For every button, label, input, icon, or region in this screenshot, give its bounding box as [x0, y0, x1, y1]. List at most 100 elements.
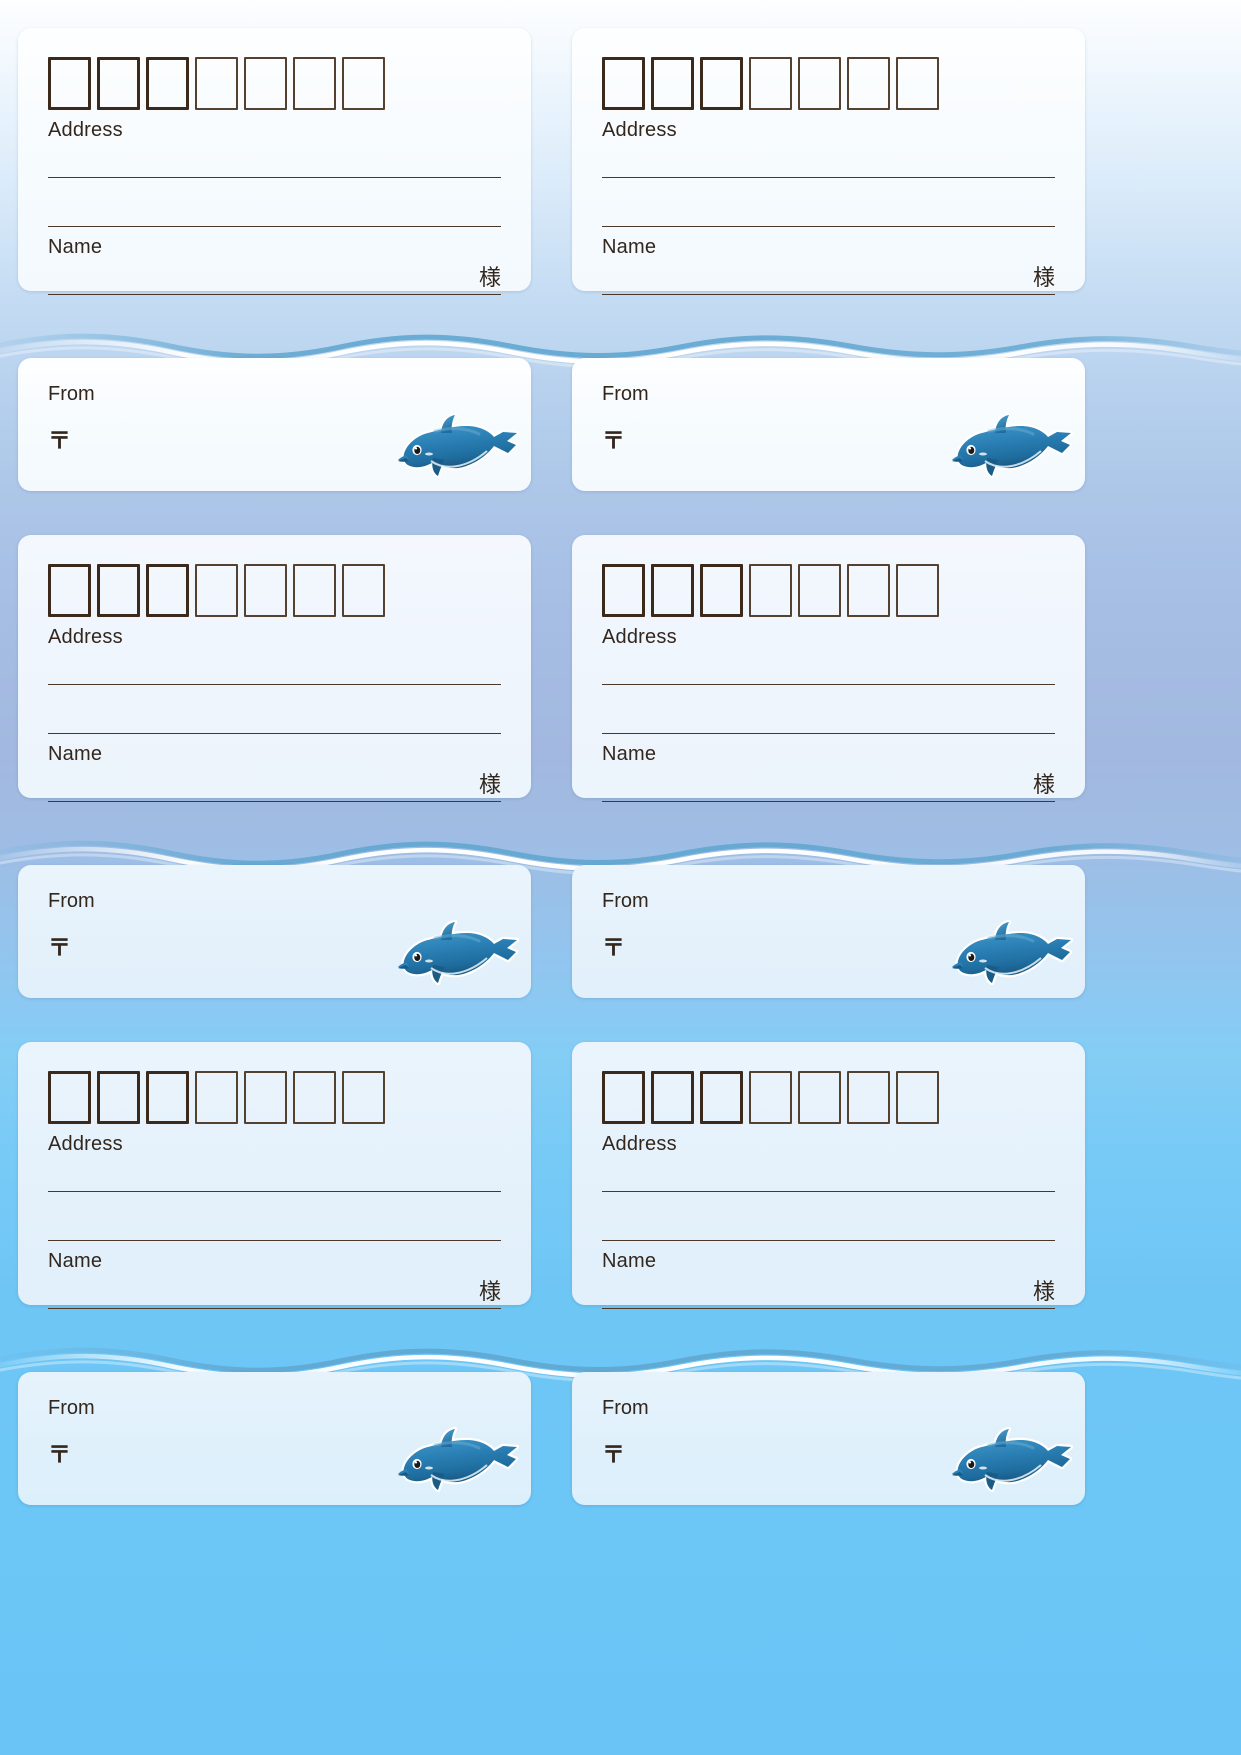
honorific-sama: 様	[1032, 1280, 1055, 1305]
honorific-sama: 様	[478, 266, 501, 291]
postal-code-box-3[interactable]	[146, 564, 189, 617]
postal-mark-icon: 〒	[602, 428, 625, 454]
postal-code-box-6[interactable]	[847, 1071, 890, 1124]
sender-from-card-r4-right[interactable]: From 〒	[572, 865, 1085, 998]
postal-code-box-4[interactable]	[195, 564, 238, 617]
address-line-1-rule	[48, 1191, 501, 1192]
postal-code-boxes[interactable]	[48, 564, 385, 617]
postal-code-box-1[interactable]	[602, 1071, 645, 1124]
postal-code-box-4[interactable]	[749, 57, 792, 110]
sender-from-card-r4-left[interactable]: From 〒	[18, 865, 531, 998]
sender-from-card-r2-right[interactable]: From 〒	[572, 358, 1085, 491]
postal-code-box-2[interactable]	[97, 1071, 140, 1124]
postal-code-box-1[interactable]	[602, 564, 645, 617]
honorific-sama: 様	[1032, 773, 1055, 798]
postal-mark-icon: 〒	[48, 428, 71, 454]
postal-code-box-5[interactable]	[244, 1071, 287, 1124]
postal-code-box-5[interactable]	[244, 57, 287, 110]
address-line-1-rule	[602, 177, 1055, 178]
postal-code-box-4[interactable]	[749, 1071, 792, 1124]
postal-code-box-6[interactable]	[293, 57, 336, 110]
from-field-label: From	[602, 1397, 649, 1419]
postal-code-box-1[interactable]	[602, 57, 645, 110]
postal-code-box-3[interactable]	[146, 57, 189, 110]
postal-code-box-2[interactable]	[651, 57, 694, 110]
address-line-2-rule	[48, 226, 501, 227]
postal-code-box-4[interactable]	[195, 1071, 238, 1124]
postal-mark-icon: 〒	[48, 1442, 71, 1468]
address-label-card-r1-left[interactable]: Address Name 様	[18, 28, 531, 295]
postal-code-box-5[interactable]	[798, 564, 841, 617]
name-field-label: Name	[602, 1250, 657, 1272]
name-field-label: Name	[602, 236, 657, 258]
address-line-2-rule	[602, 1240, 1055, 1241]
from-field-label: From	[48, 1397, 95, 1419]
postal-code-box-5[interactable]	[798, 1071, 841, 1124]
address-line-2-rule	[48, 733, 501, 734]
postal-code-box-5[interactable]	[244, 564, 287, 617]
name-line-rule	[48, 1308, 501, 1309]
postal-code-boxes[interactable]	[48, 57, 385, 110]
name-line-rule	[48, 801, 501, 802]
postal-code-boxes[interactable]	[602, 564, 939, 617]
sender-from-card-r2-left[interactable]: From 〒	[18, 358, 531, 491]
postal-code-box-1[interactable]	[48, 57, 91, 110]
address-field-label: Address	[602, 119, 677, 141]
postal-code-box-4[interactable]	[749, 564, 792, 617]
dolphin-icon	[395, 409, 519, 483]
postal-code-box-7[interactable]	[896, 564, 939, 617]
postal-code-box-2[interactable]	[651, 564, 694, 617]
postal-code-box-1[interactable]	[48, 564, 91, 617]
dolphin-icon	[949, 409, 1073, 483]
postal-code-box-7[interactable]	[342, 564, 385, 617]
postal-mark-icon: 〒	[602, 1442, 625, 1468]
postal-code-box-2[interactable]	[97, 57, 140, 110]
address-line-2-rule	[48, 1240, 501, 1241]
address-label-card-r5-right[interactable]: Address Name 様	[572, 1042, 1085, 1309]
postal-code-box-6[interactable]	[293, 564, 336, 617]
postal-code-boxes[interactable]	[602, 1071, 939, 1124]
postal-code-box-7[interactable]	[896, 1071, 939, 1124]
name-field-label: Name	[48, 743, 103, 765]
postal-code-box-5[interactable]	[798, 57, 841, 110]
address-line-2-rule	[602, 733, 1055, 734]
postal-code-box-6[interactable]	[847, 57, 890, 110]
dolphin-icon	[395, 1423, 519, 1497]
postal-mark-icon: 〒	[602, 935, 625, 961]
dolphin-icon	[949, 916, 1073, 990]
address-label-card-r5-left[interactable]: Address Name 様	[18, 1042, 531, 1309]
postal-code-box-3[interactable]	[700, 57, 743, 110]
postal-code-box-4[interactable]	[195, 57, 238, 110]
sender-from-card-r6-left[interactable]: From 〒	[18, 1372, 531, 1505]
postal-code-box-1[interactable]	[48, 1071, 91, 1124]
postal-code-box-7[interactable]	[896, 57, 939, 110]
postal-code-box-7[interactable]	[342, 1071, 385, 1124]
address-line-1-rule	[48, 177, 501, 178]
address-label-card-r1-right[interactable]: Address Name 様	[572, 28, 1085, 295]
address-line-1-rule	[48, 684, 501, 685]
address-field-label: Address	[48, 626, 123, 648]
postal-code-box-6[interactable]	[847, 564, 890, 617]
dolphin-icon	[949, 1423, 1073, 1497]
address-line-1-rule	[602, 1191, 1055, 1192]
name-field-label: Name	[48, 236, 103, 258]
postal-code-box-3[interactable]	[700, 564, 743, 617]
postal-code-boxes[interactable]	[602, 57, 939, 110]
from-field-label: From	[48, 383, 95, 405]
postal-code-box-3[interactable]	[146, 1071, 189, 1124]
address-label-card-r3-right[interactable]: Address Name 様	[572, 535, 1085, 802]
postal-code-box-7[interactable]	[342, 57, 385, 110]
name-field-label: Name	[48, 1250, 103, 1272]
postal-code-boxes[interactable]	[48, 1071, 385, 1124]
postal-code-box-6[interactable]	[293, 1071, 336, 1124]
address-label-card-r3-left[interactable]: Address Name 様	[18, 535, 531, 802]
address-field-label: Address	[602, 626, 677, 648]
postal-code-box-2[interactable]	[97, 564, 140, 617]
name-field-label: Name	[602, 743, 657, 765]
name-line-rule	[602, 294, 1055, 295]
postal-code-box-3[interactable]	[700, 1071, 743, 1124]
sender-from-card-r6-right[interactable]: From 〒	[572, 1372, 1085, 1505]
postal-code-box-2[interactable]	[651, 1071, 694, 1124]
from-field-label: From	[48, 890, 95, 912]
address-line-2-rule	[602, 226, 1055, 227]
